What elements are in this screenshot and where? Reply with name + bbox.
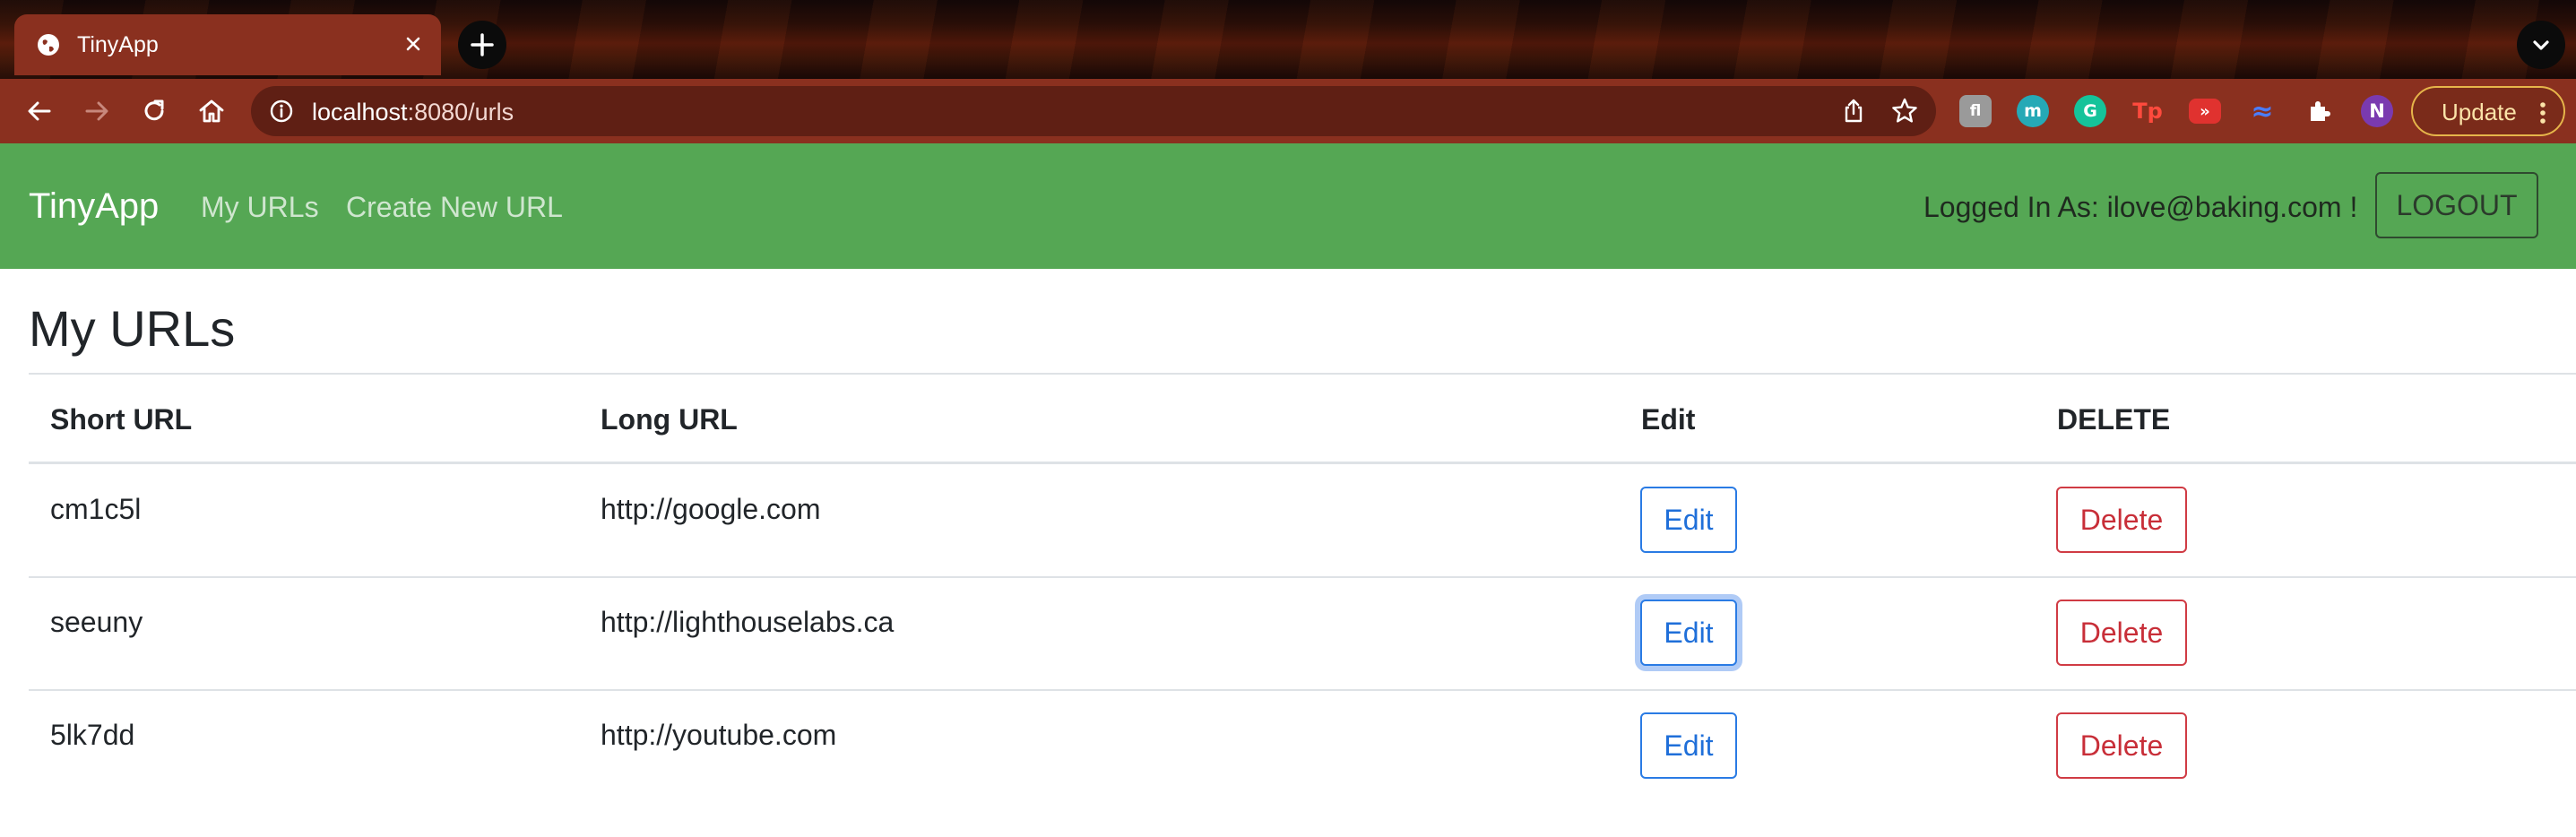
fl-extension-icon[interactable]: fl [1959,95,1992,127]
long-url-cell: http://google.com [601,493,821,525]
nav-link-create-new-url[interactable]: Create New URL [346,191,563,223]
url-path: :8080/urls [407,99,514,125]
chevron-down-icon [2533,40,2549,50]
extensions-button[interactable] [2304,95,2336,127]
column-header-delete: DELETE [2057,403,2171,436]
delete-button[interactable]: Delete [2056,600,2187,666]
puzzle-icon [2311,101,2330,121]
home-icon [199,99,224,123]
update-button[interactable]: Update [2411,86,2565,136]
long-url-cell: http://youtube.com [601,719,837,751]
arrow-left-icon [28,101,51,121]
column-header-edit: Edit [1641,403,1696,436]
row-divider [29,576,2576,578]
table-top-border [29,373,2576,375]
delete-button[interactable]: Delete [2056,487,2187,553]
app-navbar: TinyApp My URLs Create New URL Logged In… [0,143,2576,269]
plus-icon [471,33,494,56]
delete-button[interactable]: Delete [2056,712,2187,779]
column-header-short-url: Short URL [50,403,193,436]
forward-extension-icon[interactable]: » [2189,99,2221,124]
profile-avatar[interactable]: N [2361,95,2393,127]
more-vertical-icon [2540,102,2546,124]
logged-in-status: Logged In As: ilove@baking.com ! [1923,191,2358,223]
forward-button[interactable] [77,91,117,131]
update-label: Update [2442,99,2517,125]
row-divider [29,689,2576,691]
edit-button[interactable]: Edit [1640,600,1737,666]
browser-toolbar: localhost:8080/urls fl m G Tp » ≈ N Upda… [0,79,2576,143]
url-text[interactable]: localhost:8080/urls [312,99,514,125]
globe-icon [38,34,59,56]
column-header-long-url: Long URL [601,403,738,436]
tab-search-button[interactable] [2517,21,2565,69]
long-url-cell: http://lighthouselabs.ca [601,606,895,638]
share-icon[interactable] [1839,97,1868,125]
short-url-cell: 5lk7dd [50,719,135,751]
tp-extension-icon[interactable]: Tp [2131,95,2164,127]
back-button[interactable] [20,91,59,131]
close-icon[interactable] [400,30,427,57]
browser-tab-strip: TinyApp [0,0,2576,79]
tab-title: TinyApp [77,32,159,57]
url-host: localhost [312,99,408,125]
new-tab-button[interactable] [458,21,506,69]
brand-logo[interactable]: TinyApp [29,186,159,226]
grammarly-extension-icon[interactable]: G [2074,95,2106,127]
short-url-cell: seeuny [50,606,143,638]
address-bar[interactable]: localhost:8080/urls [251,86,1936,136]
short-url-cell: cm1c5l [50,493,142,525]
home-button[interactable] [192,91,231,131]
nav-link-my-urls[interactable]: My URLs [201,191,319,223]
edit-button[interactable]: Edit [1640,487,1737,553]
edit-button[interactable]: Edit [1640,712,1737,779]
logout-button[interactable]: LOGOUT [2375,172,2538,238]
arrow-right-icon [85,101,108,121]
page-title: My URLs [29,300,236,357]
m-extension-icon[interactable]: m [2017,95,2049,127]
info-icon[interactable] [269,99,294,124]
bookmark-star-icon[interactable] [1889,96,1920,126]
wave-extension-icon[interactable]: ≈ [2246,95,2278,127]
browser-tab[interactable]: TinyApp [14,14,441,75]
reload-icon [144,99,164,121]
table-header-border [29,462,2576,464]
reload-button[interactable] [134,91,174,131]
